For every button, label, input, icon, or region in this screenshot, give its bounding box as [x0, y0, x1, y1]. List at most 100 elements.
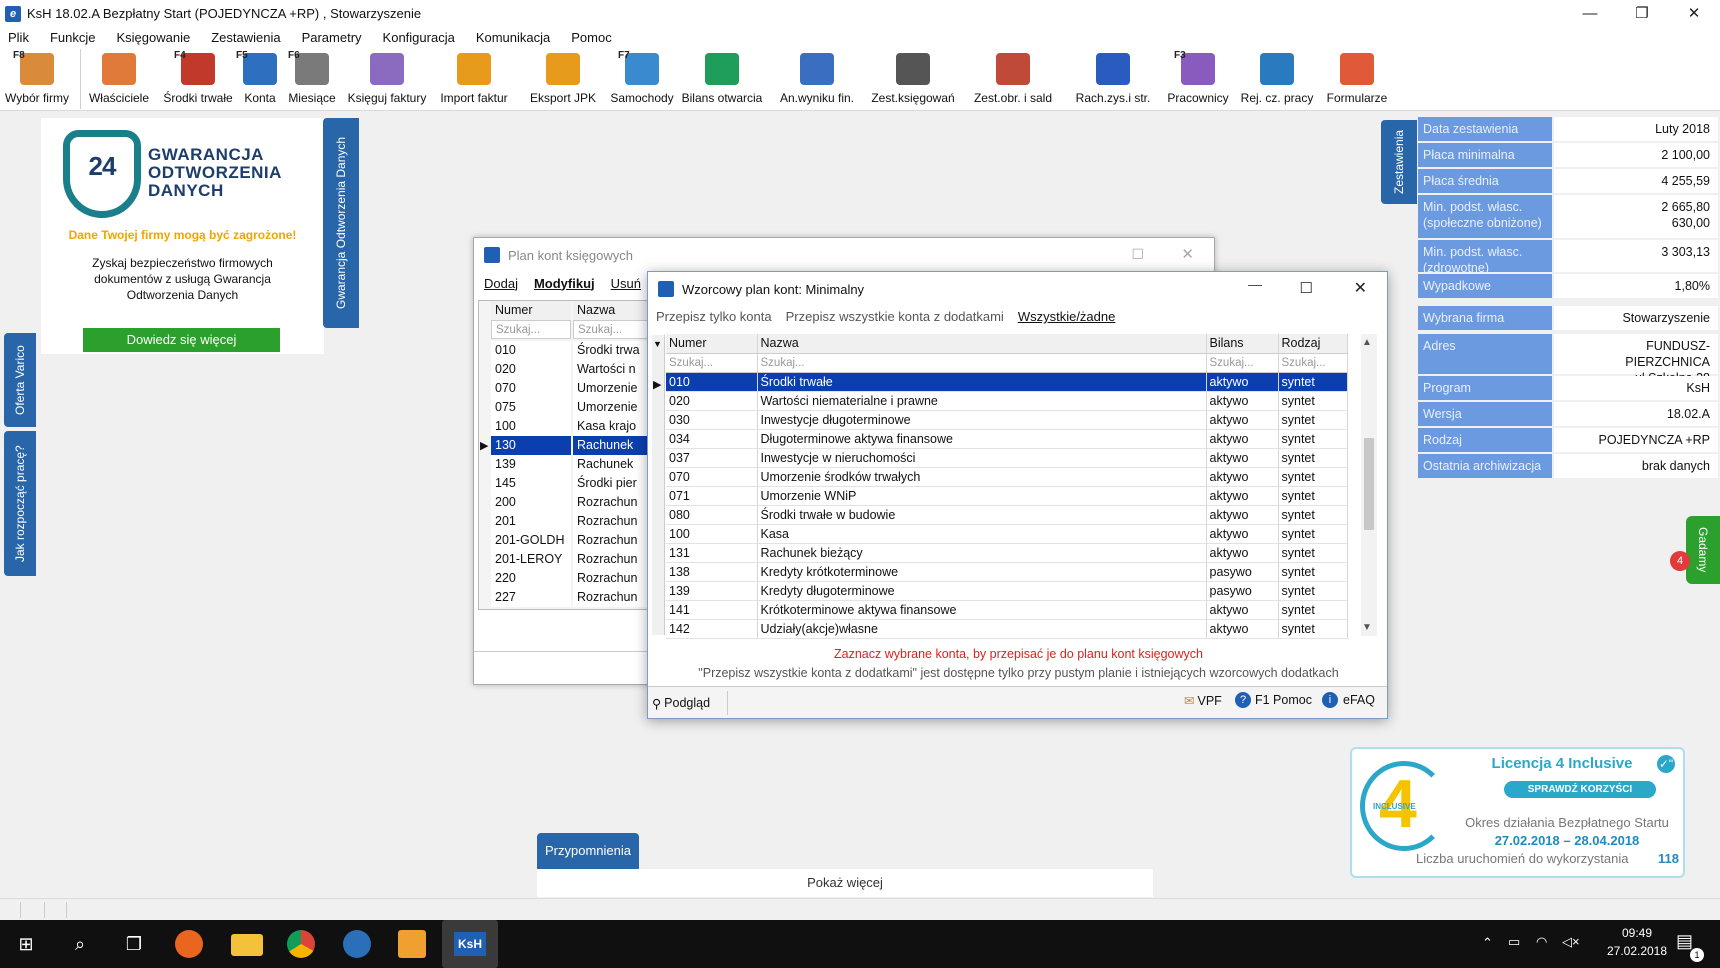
menu-4[interactable]: Parametry: [302, 30, 362, 45]
toolbar-button-16[interactable]: Formularze: [1318, 47, 1396, 111]
toolbar-button-1[interactable]: Właściciele: [82, 47, 156, 111]
chevron-up-icon[interactable]: ⌃: [1482, 935, 1493, 951]
wz-scrollbar[interactable]: ▲ ▼: [1361, 334, 1377, 636]
plan-maximize-button[interactable]: ☐: [1131, 246, 1144, 263]
wz-col-header[interactable]: Numer: [666, 334, 758, 354]
sprawdz-korzysci-button[interactable]: SPRAWDŹ KORZYŚCI: [1504, 781, 1656, 798]
scroll-up-icon[interactable]: ▲: [1362, 337, 1372, 348]
filter-arrow-icon[interactable]: ▼: [653, 339, 662, 349]
tab-gwarancja[interactable]: Gwarancja Odtworzenia Danych: [323, 118, 359, 328]
wz-tab-1[interactable]: Przepisz wszystkie konta z dodatkami: [786, 309, 1004, 324]
tab-jak-rozpoczac[interactable]: Jak rozpocząć pracę?: [4, 431, 36, 576]
efaq-button[interactable]: i eFAQ: [1322, 692, 1375, 708]
wz-search-input[interactable]: Szukaj...: [757, 353, 1207, 373]
plan-kont-grid[interactable]: Numer Nazwa Szukaj... Szukaj... 010 Środki tr…: [478, 300, 649, 610]
restore-button[interactable]: ❐: [1616, 0, 1668, 26]
table-row[interactable]: 020 Wartości niematerialne i prawne aktywo…: [666, 391, 1348, 411]
volume-icon[interactable]: ◁×: [1562, 934, 1580, 950]
toolbar-button-11[interactable]: Zest.księgowań: [866, 47, 960, 111]
chrome-icon[interactable]: [287, 930, 315, 958]
menu-7[interactable]: Pomoc: [571, 30, 611, 45]
table-row[interactable]: 034 Długoterminowe aktywa finansowe aktywo…: [666, 429, 1348, 449]
table-row[interactable]: 131 Rachunek bieżący aktywo syntet: [666, 543, 1348, 563]
table-row[interactable]: 037 Inwestycje w nieruchomości aktywo synte…: [666, 448, 1348, 468]
pomoc-button[interactable]: ? F1 Pomoc: [1235, 692, 1312, 708]
toolbar-button-4[interactable]: F6 Miesiące: [283, 47, 341, 111]
plan-menu-1[interactable]: Modyfikuj: [534, 276, 595, 291]
wz-cell-name: Krótkoterminowe aktywa finansowe: [757, 600, 1207, 620]
messenger-icon[interactable]: [343, 930, 371, 958]
wz-search-input[interactable]: Szukaj...: [1206, 353, 1279, 373]
table-row[interactable]: 070 Umorzenie środków trwałych aktywo synte…: [666, 467, 1348, 487]
search-numer-input[interactable]: Szukaj...: [491, 320, 571, 339]
app-icon-orange[interactable]: [398, 930, 426, 958]
table-row[interactable]: 141 Krótkoterminowe aktywa finansowe aktyw…: [666, 600, 1348, 620]
table-row[interactable]: 071 Umorzenie WNiP aktywo syntet: [666, 486, 1348, 506]
toolbar-button-10[interactable]: An.wyniku fin.: [770, 47, 864, 111]
toolbar-button-2[interactable]: F4 Środki trwałe: [158, 47, 238, 111]
table-row[interactable]: 139 Kredyty długoterminowe pasywo syntet: [666, 581, 1348, 601]
menu-5[interactable]: Konfiguracja: [383, 30, 455, 45]
close-button[interactable]: ✕: [1668, 0, 1720, 26]
table-row[interactable]: 138 Kredyty krótkoterminowe pasywo syntet: [666, 562, 1348, 582]
scroll-thumb[interactable]: [1364, 438, 1374, 530]
toolbar-button-14[interactable]: F3 Pracownicy: [1162, 47, 1234, 111]
windows-start-icon[interactable]: ⊞: [10, 928, 42, 960]
plan-menu-2[interactable]: Usuń: [611, 276, 641, 291]
wz-col-header[interactable]: Nazwa: [757, 334, 1207, 354]
menu-0[interactable]: Plik: [8, 30, 29, 45]
search-nazwa-input[interactable]: Szukaj...: [573, 320, 649, 339]
menu-2[interactable]: Księgowanie: [116, 30, 190, 45]
toolbar-button-7[interactable]: Eksport JPK: [518, 47, 608, 111]
toolbar-button-6[interactable]: Import faktur: [432, 47, 516, 111]
wifi-icon[interactable]: ◠: [1536, 934, 1547, 950]
wz-col-header[interactable]: Bilans: [1206, 334, 1279, 354]
table-row[interactable]: 010 Środki trwałe aktywo syntet: [666, 372, 1348, 392]
wz-tab-0[interactable]: Przepisz tylko konta: [656, 309, 772, 324]
table-row[interactable]: 030 Inwestycje długoterminowe aktywo syntet: [666, 410, 1348, 430]
table-row[interactable]: 080 Środki trwałe w budowie aktywo syntet: [666, 505, 1348, 525]
help-icon: ?: [1235, 692, 1251, 708]
firefox-icon[interactable]: [175, 930, 203, 958]
table-row[interactable]: 100 Kasa aktywo syntet: [666, 524, 1348, 544]
ksh-taskbar-icon[interactable]: KsH: [442, 920, 498, 968]
menu-3[interactable]: Zestawienia: [211, 30, 280, 45]
toolbar-button-15[interactable]: Rej. cz. pracy: [1236, 47, 1318, 111]
toolbar-button-0[interactable]: F8 Wybór firmy: [0, 47, 74, 111]
notification-icon[interactable]: ▤: [1676, 931, 1693, 952]
gadamy-tab[interactable]: Gadamy: [1686, 516, 1720, 584]
toolbar-button-8[interactable]: F7 Samochody: [610, 47, 673, 111]
minimize-button[interactable]: —: [1564, 0, 1616, 26]
toolbar-button-13[interactable]: Rach.zys.i str.: [1065, 47, 1161, 111]
dowiedz-sie-button[interactable]: Dowiedz się więcej: [83, 328, 280, 352]
clock-date[interactable]: 27.02.2018: [1592, 944, 1682, 958]
wz-close-button[interactable]: ✕: [1354, 278, 1367, 298]
task-view-icon[interactable]: ❐: [118, 928, 150, 960]
battery-icon[interactable]: ▭: [1508, 934, 1520, 950]
toolbar-button-12[interactable]: Zest.obr. i sald: [962, 47, 1064, 111]
wz-search-input[interactable]: Szukaj...: [666, 353, 758, 373]
plan-close-button[interactable]: ✕: [1181, 245, 1194, 263]
clock-time[interactable]: 09:49: [1592, 926, 1682, 940]
wz-tab-2[interactable]: Wszystkie/żadne: [1018, 309, 1116, 324]
przypomnienia-tab[interactable]: Przypomnienia: [537, 833, 639, 869]
wz-minimize-button[interactable]: —: [1248, 276, 1262, 292]
toolbar-button-3[interactable]: F5 Konta: [236, 47, 282, 111]
tab-zestawienia[interactable]: Zestawienia: [1381, 120, 1417, 204]
file-explorer-icon[interactable]: [231, 934, 263, 956]
menu-6[interactable]: Komunikacja: [476, 30, 550, 45]
menu-1[interactable]: Funkcje: [50, 30, 96, 45]
podglad-button[interactable]: ⚲ Podgląd: [652, 691, 728, 715]
toolbar-button-9[interactable]: Bilans otwarcia: [675, 47, 769, 111]
plan-menu-0[interactable]: Dodaj: [484, 276, 518, 291]
wz-search-input[interactable]: Szukaj...: [1278, 353, 1348, 373]
pokaz-wiecej-button[interactable]: Pokaż więcej: [537, 869, 1153, 897]
wz-col-header[interactable]: Rodzaj: [1278, 334, 1348, 354]
toolbar-button-5[interactable]: Księguj faktury: [344, 47, 430, 111]
search-icon[interactable]: ⌕: [64, 928, 96, 960]
scroll-down-icon[interactable]: ▼: [1362, 622, 1372, 633]
tab-oferta-varico[interactable]: Oferta Varico: [4, 333, 36, 427]
table-row[interactable]: 142 Udziały(akcje)własne aktywo syntet: [666, 619, 1348, 639]
vpf-button[interactable]: ✉ VPF: [1184, 693, 1222, 709]
wz-maximize-button[interactable]: ☐: [1300, 279, 1313, 297]
